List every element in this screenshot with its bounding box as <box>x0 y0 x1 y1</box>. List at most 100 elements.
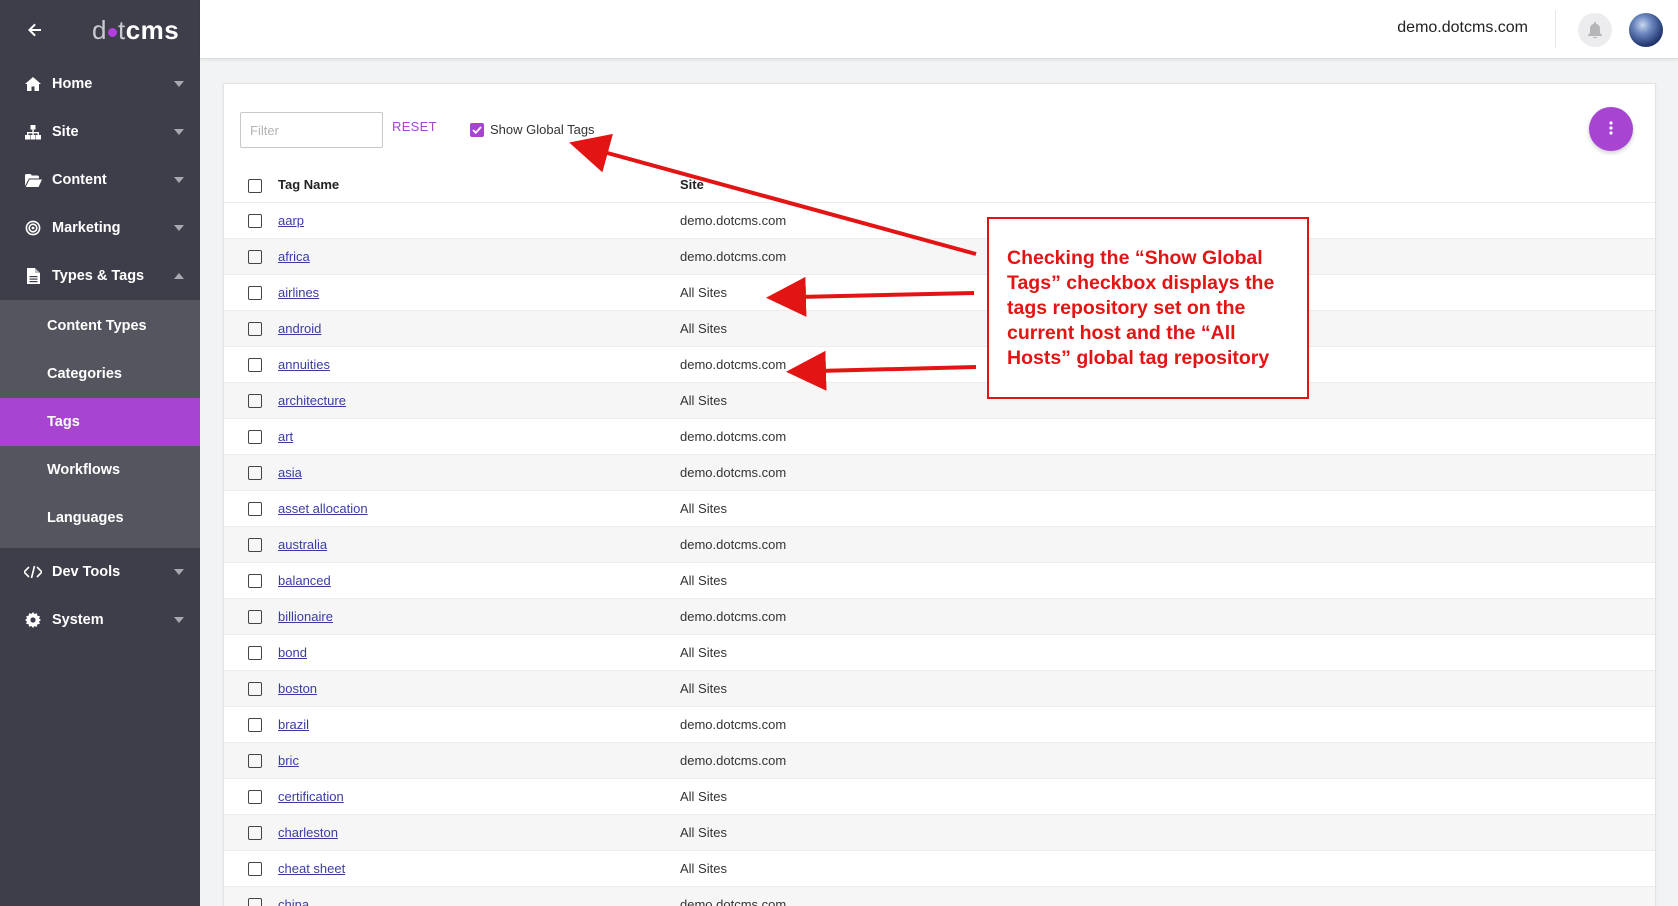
sidebar-subitem-tags[interactable]: Tags <box>0 398 200 446</box>
row-checkbox[interactable] <box>248 861 262 876</box>
column-header-site[interactable]: Site <box>680 168 1655 202</box>
table-row[interactable]: charleston All Sites <box>224 813 1655 850</box>
sidebar-subitem-workflows[interactable]: Workflows <box>0 446 200 494</box>
tag-name-link[interactable]: australia <box>278 537 327 552</box>
row-checkbox[interactable] <box>248 645 262 660</box>
tag-name-cell: certification <box>262 777 680 814</box>
sidebar-subitem-categories[interactable]: Categories <box>0 350 200 398</box>
row-checkbox[interactable] <box>248 825 262 840</box>
filter-input[interactable] <box>240 112 383 148</box>
row-checkbox[interactable] <box>248 357 262 372</box>
tag-name-cell: charleston <box>262 813 680 850</box>
tag-name-link[interactable]: africa <box>278 249 310 264</box>
table-row[interactable]: cheat sheet All Sites <box>224 849 1655 886</box>
sidebar-item-content[interactable]: Content <box>0 156 200 204</box>
tag-name-link[interactable]: bric <box>278 753 299 768</box>
checkbox-checked-icon[interactable] <box>470 122 484 137</box>
row-checkbox[interactable] <box>248 249 262 264</box>
sidebar-item-system[interactable]: System <box>0 596 200 644</box>
table-row[interactable]: australia demo.dotcms.com <box>224 525 1655 562</box>
row-select-cell <box>224 309 262 346</box>
tag-name-link[interactable]: asset allocation <box>278 501 368 516</box>
sidebar-item-marketing[interactable]: Marketing <box>0 204 200 252</box>
row-checkbox[interactable] <box>248 537 262 552</box>
reset-button[interactable]: RESET <box>392 119 437 134</box>
table-row[interactable]: asset allocation All Sites <box>224 489 1655 526</box>
current-host[interactable]: demo.dotcms.com <box>1397 19 1528 37</box>
row-checkbox[interactable] <box>248 609 262 624</box>
tag-name-link[interactable]: charleston <box>278 825 338 840</box>
row-select-cell <box>224 669 262 706</box>
tag-name-link[interactable]: annuities <box>278 357 330 372</box>
sidebar-subitem-content-types[interactable]: Content Types <box>0 302 200 350</box>
show-global-tags-toggle[interactable]: Show Global Tags <box>470 122 595 137</box>
row-checkbox[interactable] <box>248 321 262 336</box>
row-checkbox[interactable] <box>248 285 262 300</box>
tag-name-link[interactable]: brazil <box>278 717 309 732</box>
table-row[interactable]: art demo.dotcms.com <box>224 417 1655 454</box>
row-checkbox[interactable] <box>248 465 262 480</box>
tag-name-link[interactable]: aarp <box>278 213 304 228</box>
table-row[interactable]: billionaire demo.dotcms.com <box>224 597 1655 634</box>
tag-name-cell: bond <box>262 633 680 670</box>
table-row[interactable]: architecture All Sites <box>224 381 1655 418</box>
table-row[interactable]: airlines All Sites <box>224 273 1655 310</box>
row-checkbox[interactable] <box>248 898 262 906</box>
tag-name-cell: china <box>262 885 680 906</box>
row-checkbox[interactable] <box>248 213 262 228</box>
sidebar-item-dev-tools[interactable]: Dev Tools <box>0 548 200 596</box>
tag-name-link[interactable]: cheat sheet <box>278 861 345 876</box>
tag-name-link[interactable]: balanced <box>278 573 331 588</box>
row-checkbox[interactable] <box>248 681 262 696</box>
tag-name-link[interactable]: billionaire <box>278 609 333 624</box>
tag-name-link[interactable]: asia <box>278 465 302 480</box>
tag-name-link[interactable]: architecture <box>278 393 346 408</box>
user-avatar[interactable] <box>1629 13 1663 47</box>
row-checkbox[interactable] <box>248 789 262 804</box>
tag-name-cell: australia <box>262 525 680 562</box>
row-checkbox[interactable] <box>248 753 262 768</box>
bell-icon[interactable] <box>1578 13 1612 47</box>
sidebar-subitem-label: Tags <box>47 414 80 430</box>
select-all-checkbox[interactable] <box>248 178 262 193</box>
tag-name-link[interactable]: bond <box>278 645 307 660</box>
logo-text-mid: t <box>117 14 126 45</box>
table-row[interactable]: africa demo.dotcms.com <box>224 237 1655 274</box>
sidebar-subitem-languages[interactable]: Languages <box>0 494 200 542</box>
table-row[interactable]: bric demo.dotcms.com <box>224 741 1655 778</box>
table-row[interactable]: bond All Sites <box>224 633 1655 670</box>
sidebar-item-site[interactable]: Site <box>0 108 200 156</box>
row-checkbox[interactable] <box>248 717 262 732</box>
row-checkbox[interactable] <box>248 393 262 408</box>
tag-name-link[interactable]: airlines <box>278 285 319 300</box>
table-row[interactable]: aarp demo.dotcms.com <box>224 201 1655 238</box>
sidebar-item-types-tags[interactable]: Types & Tags <box>0 252 200 300</box>
table-row[interactable]: certification All Sites <box>224 777 1655 814</box>
table-row[interactable]: boston All Sites <box>224 669 1655 706</box>
tag-name-link[interactable]: boston <box>278 681 317 696</box>
row-checkbox[interactable] <box>248 573 262 588</box>
arrow-left-icon[interactable] <box>26 21 44 39</box>
tag-name-link[interactable]: art <box>278 429 293 444</box>
tag-name-cell: annuities <box>262 345 680 382</box>
table-row[interactable]: annuities demo.dotcms.com <box>224 345 1655 382</box>
tag-name-link[interactable]: android <box>278 321 321 336</box>
table-row[interactable]: asia demo.dotcms.com <box>224 453 1655 490</box>
table-row[interactable]: android All Sites <box>224 309 1655 346</box>
row-select-cell <box>224 705 262 742</box>
dotcms-logo[interactable]: d t cms <box>92 15 179 46</box>
column-header-tag-name[interactable]: Tag Name <box>262 168 680 202</box>
sidebar-item-home[interactable]: Home <box>0 60 200 108</box>
row-checkbox[interactable] <box>248 429 262 444</box>
tag-name-link[interactable]: china <box>278 897 309 906</box>
row-checkbox[interactable] <box>248 501 262 516</box>
tag-name-cell: asia <box>262 453 680 490</box>
table-row[interactable]: balanced All Sites <box>224 561 1655 598</box>
folder-open-icon <box>24 171 42 189</box>
tag-site-cell: demo.dotcms.com <box>680 525 1655 562</box>
more-actions-button[interactable] <box>1589 107 1633 151</box>
file-icon <box>24 267 42 285</box>
table-row[interactable]: brazil demo.dotcms.com <box>224 705 1655 742</box>
table-row[interactable]: china demo.dotcms.com <box>224 885 1655 906</box>
tag-name-link[interactable]: certification <box>278 789 344 804</box>
